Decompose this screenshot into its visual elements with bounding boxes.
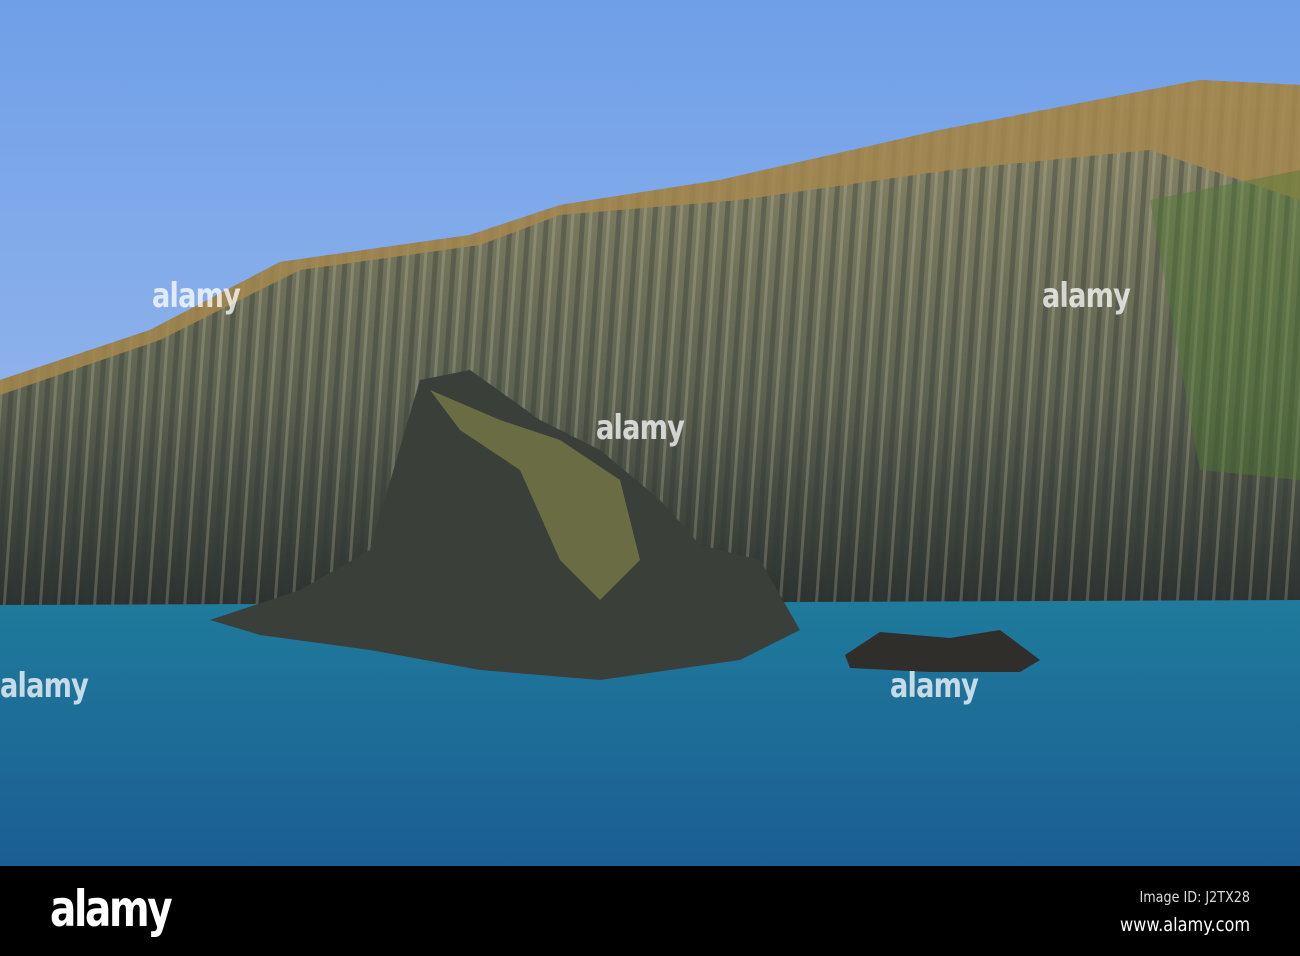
alamy-logo: alamy — [50, 880, 173, 938]
watermark: alamy — [152, 276, 241, 316]
watermark: alamy — [0, 666, 89, 706]
watermark: alamy — [596, 408, 685, 448]
watermark: alamy — [1042, 276, 1131, 316]
footer-bar: alamy Image ID: J2TX28 www.alamy.com — [0, 866, 1300, 956]
image-id: Image ID: J2TX28 — [1139, 888, 1250, 906]
watermark: alamy — [890, 666, 979, 706]
stock-photo: alamy alamy alamy alamy alamy alamy Imag… — [0, 0, 1300, 956]
site-url: www.alamy.com — [1119, 914, 1250, 936]
